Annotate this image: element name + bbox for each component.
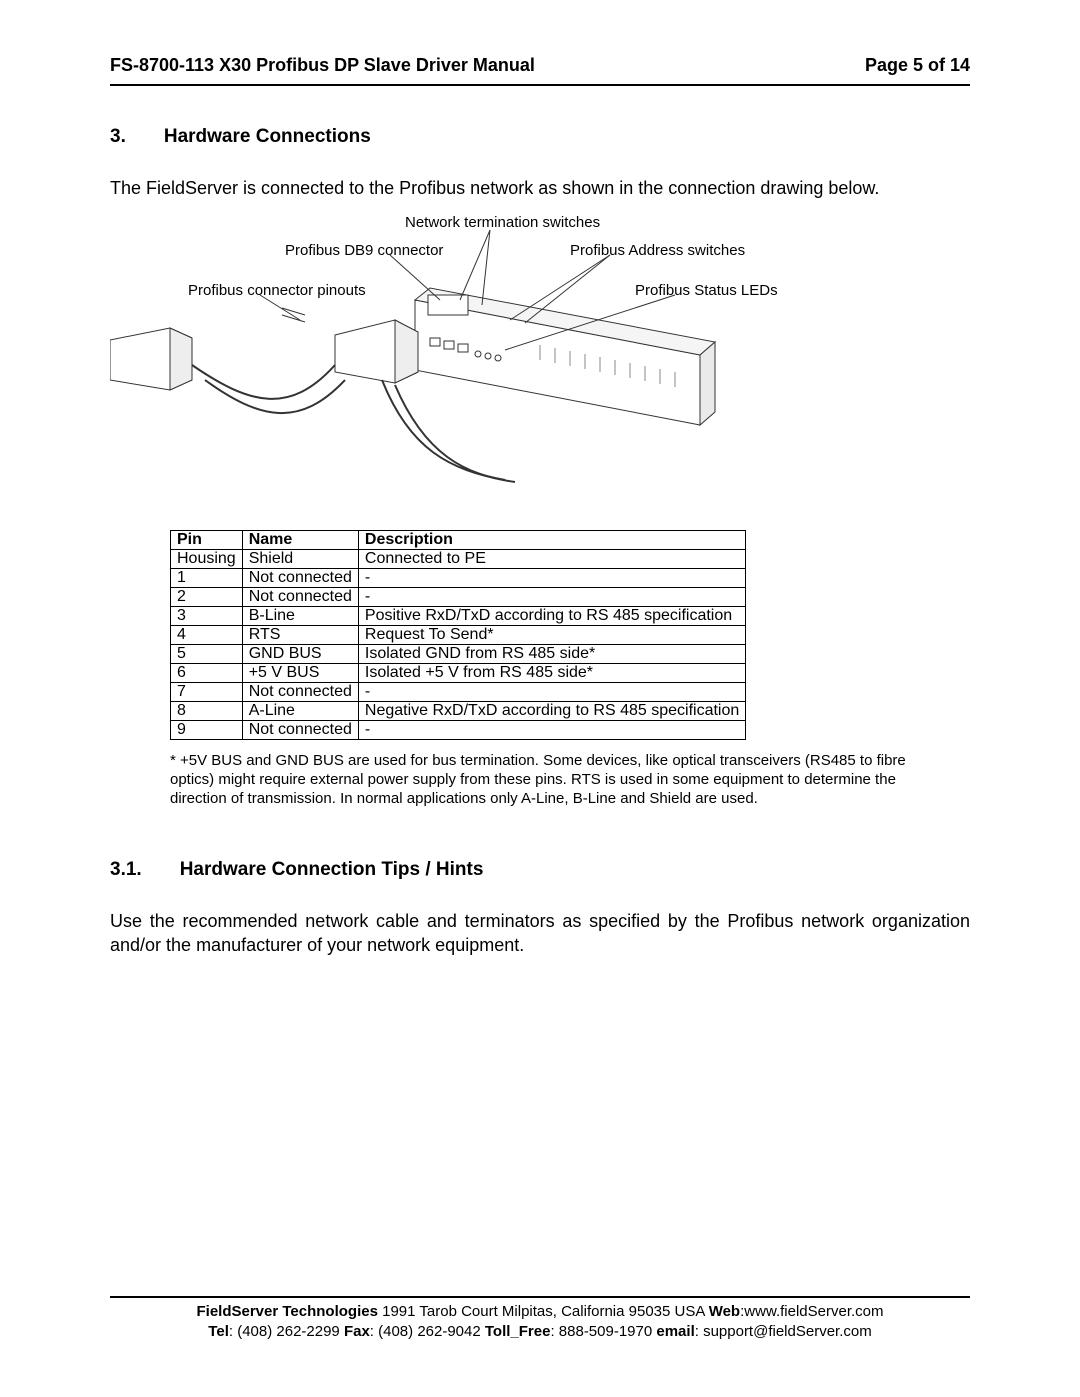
table-row: 6+5 V BUSIsolated +5 V from RS 485 side* [171, 664, 746, 683]
th-desc: Description [358, 531, 745, 550]
page-number: Page 5 of 14 [865, 55, 970, 76]
table-row: 9Not connected- [171, 721, 746, 740]
table-row: 7Not connected- [171, 683, 746, 702]
table-row: 2Not connected- [171, 588, 746, 607]
table-row: 3B-LinePositive RxD/TxD according to RS … [171, 607, 746, 626]
diagram-svg [110, 220, 970, 500]
table-header-row: Pin Name Description [171, 531, 746, 550]
label-leds: Profibus Status LEDs [635, 282, 778, 299]
intro-paragraph: The FieldServer is connected to the Prof… [110, 176, 970, 200]
th-pin: Pin [171, 531, 243, 550]
table-row: HousingShieldConnected to PE [171, 550, 746, 569]
table-row: 8A-LineNegative RxD/TxD according to RS … [171, 702, 746, 721]
label-pinouts: Profibus connector pinouts [188, 282, 366, 299]
table-row: 4RTSRequest To Send* [171, 626, 746, 645]
footer-line-2: Tel: (408) 262-2299 Fax: (408) 262-9042 … [110, 1322, 970, 1342]
page-header: FS-8700-113 X30 Profibus DP Slave Driver… [110, 55, 970, 86]
table-footnote: * +5V BUS and GND BUS are used for bus t… [170, 752, 910, 808]
section-title: Hardware Connection Tips / Hints [180, 859, 484, 881]
pin-table: Pin Name Description HousingShieldConnec… [170, 530, 746, 740]
label-db9: Profibus DB9 connector [285, 242, 443, 259]
page-content: FS-8700-113 X30 Profibus DP Slave Driver… [110, 55, 970, 977]
section-3-heading: 3. Hardware Connections [110, 126, 970, 148]
doc-title: FS-8700-113 X30 Profibus DP Slave Driver… [110, 55, 535, 76]
table-row: 1Not connected- [171, 569, 746, 588]
th-name: Name [242, 531, 358, 550]
table-row: 5GND BUSIsolated GND from RS 485 side* [171, 645, 746, 664]
label-net-term: Network termination switches [405, 214, 600, 231]
footer-line-1: FieldServer Technologies 1991 Tarob Cour… [110, 1302, 970, 1322]
connection-diagram: Network termination switches Profibus DB… [110, 220, 970, 500]
section-title: Hardware Connections [164, 126, 371, 148]
section-number: 3.1. [110, 859, 142, 881]
page-footer: FieldServer Technologies 1991 Tarob Cour… [110, 1296, 970, 1343]
section-3-1-heading: 3.1. Hardware Connection Tips / Hints [110, 859, 970, 881]
tips-paragraph: Use the recommended network cable and te… [110, 909, 970, 958]
label-addr: Profibus Address switches [570, 242, 745, 259]
section-number: 3. [110, 126, 126, 148]
